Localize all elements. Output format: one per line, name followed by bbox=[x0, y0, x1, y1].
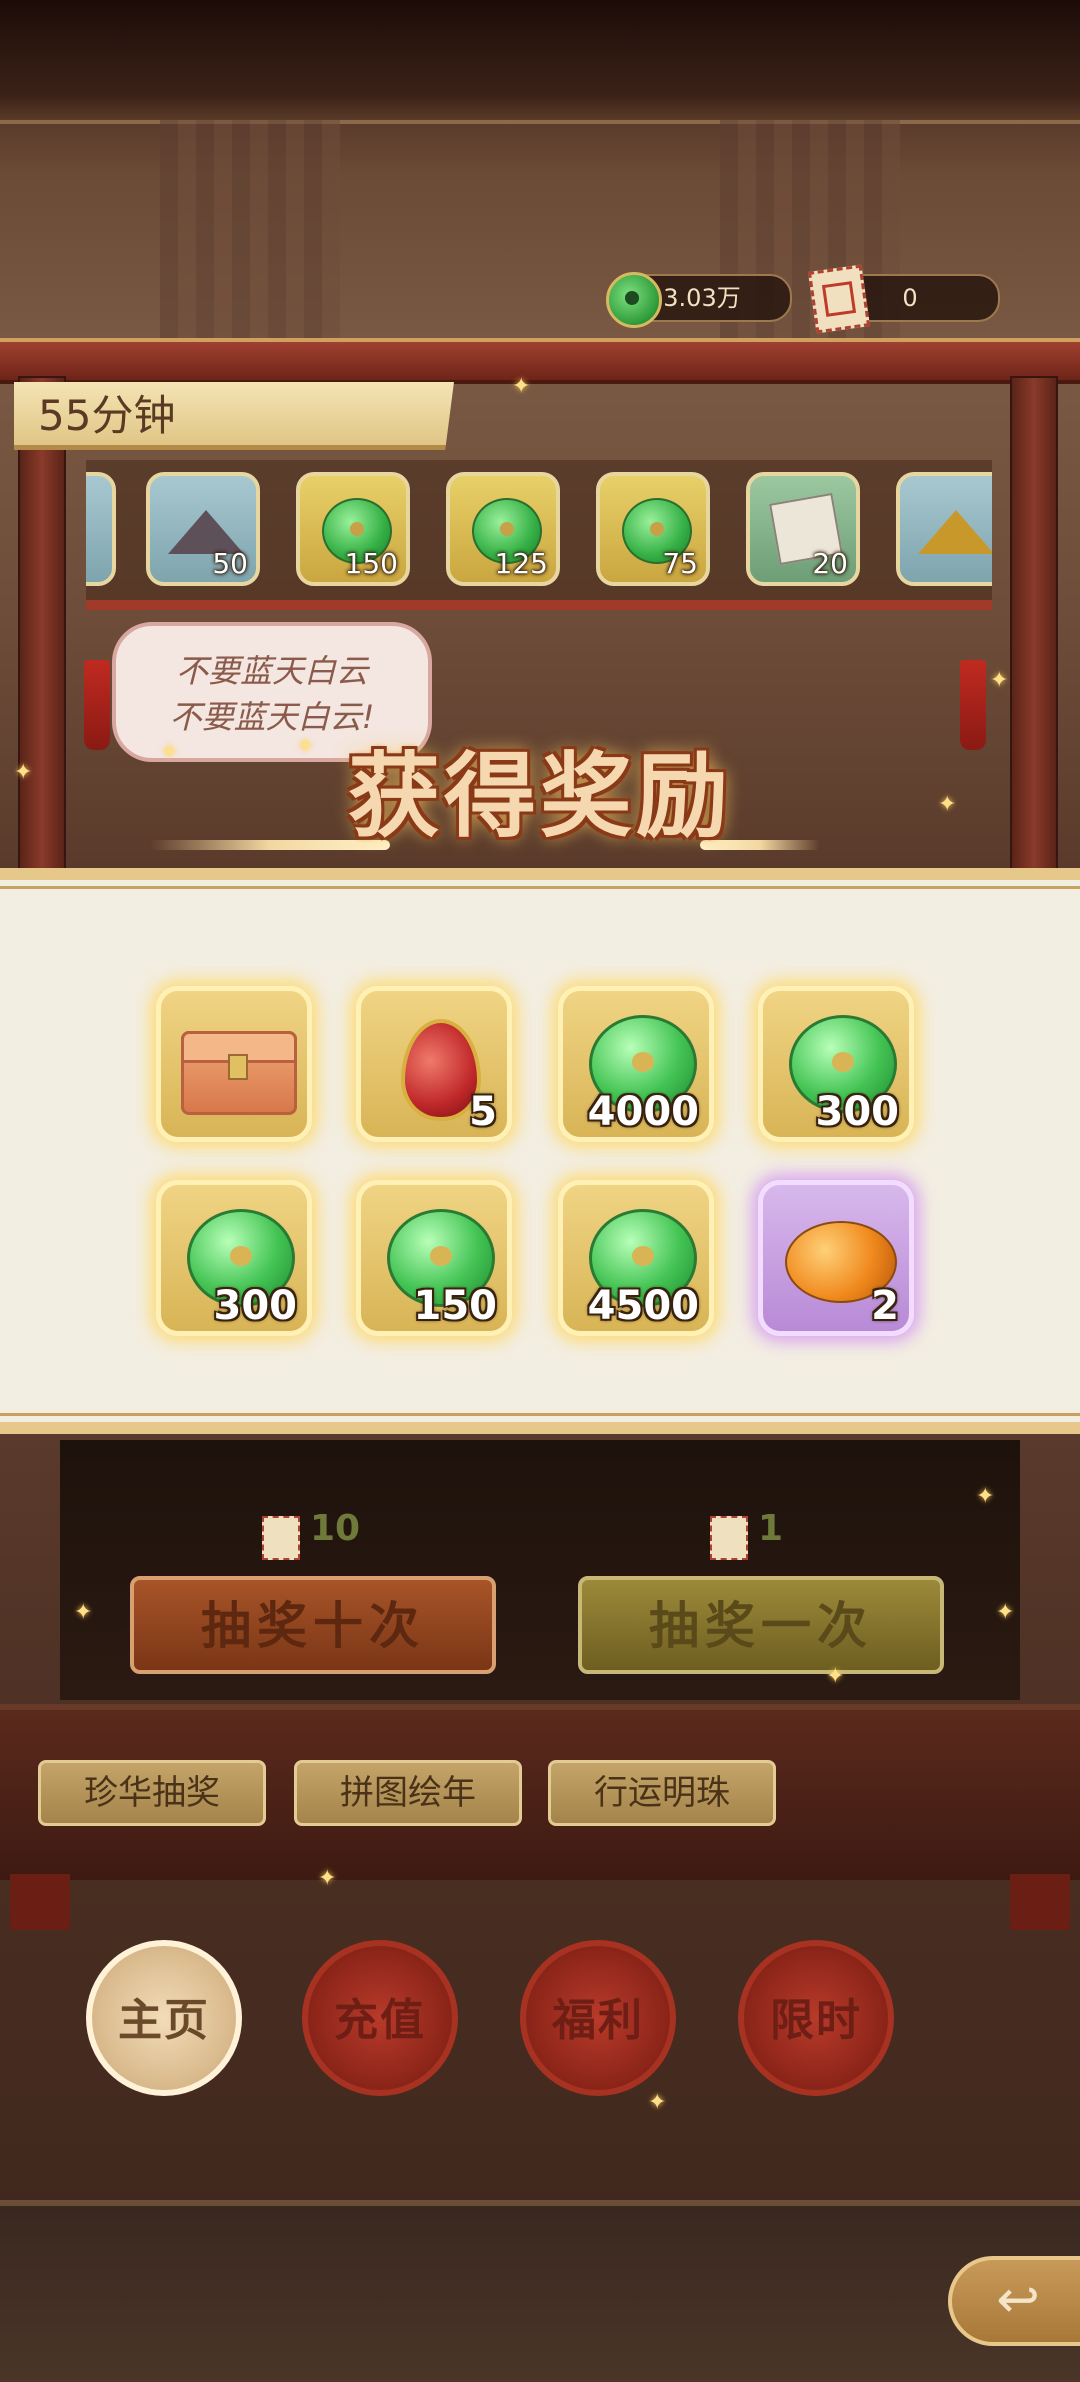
reward-item[interactable]: 4000 bbox=[558, 986, 714, 1142]
shelf-item[interactable]: 20 bbox=[746, 472, 860, 586]
draw-ten-button[interactable]: 抽奖十次 bbox=[130, 1576, 496, 1674]
nav-limited[interactable]: 限时 bbox=[738, 1940, 894, 2096]
sparkle-icon: ✦ bbox=[160, 740, 179, 765]
board-post-left bbox=[18, 376, 66, 880]
reward-qty: 300 bbox=[213, 1283, 298, 1329]
board-post-right bbox=[1010, 376, 1058, 880]
speech-line: 不要蓝天白云! bbox=[169, 698, 375, 736]
one-draw-cost: 1 bbox=[758, 1508, 784, 1549]
reward-qty: 4000 bbox=[587, 1089, 699, 1135]
reward-qty: 5 bbox=[469, 1089, 497, 1135]
reward-item[interactable]: 4500 bbox=[558, 1180, 714, 1336]
tab-puzzle[interactable]: 拼图绘年 bbox=[294, 1760, 522, 1826]
shelf-item-qty: 125 bbox=[494, 547, 548, 580]
shelf-item-partial bbox=[896, 472, 992, 586]
tab-treasure-draw[interactable]: 珍华抽奖 bbox=[38, 1760, 266, 1826]
reward-item[interactable]: 300 bbox=[156, 1180, 312, 1336]
sparkle-icon: ✦ bbox=[976, 1484, 995, 1509]
reward-item[interactable]: 2 bbox=[758, 1180, 914, 1336]
shelf-item-partial bbox=[86, 472, 116, 586]
sparkle-icon: ✦ bbox=[826, 1664, 845, 1689]
reward-qty: 2 bbox=[871, 1283, 899, 1329]
tassel-left bbox=[84, 660, 110, 750]
sparkle-icon: ✦ bbox=[318, 1866, 337, 1891]
shelf-item[interactable]: 150 bbox=[296, 472, 410, 586]
nav-recharge[interactable]: 充值 bbox=[302, 1940, 458, 2096]
sparkle-icon: ✦ bbox=[990, 668, 1009, 693]
table-leg-left bbox=[10, 1874, 70, 1930]
shelf-item-qty: 20 bbox=[812, 547, 848, 580]
coin-counter[interactable]: 3.03万 bbox=[606, 272, 792, 328]
back-arrow-icon: ↩ bbox=[996, 2270, 1040, 2330]
tassel-right bbox=[960, 660, 986, 750]
reward-item[interactable] bbox=[156, 986, 312, 1142]
ticket-amount: 0 bbox=[902, 284, 918, 312]
reward-qty: 150 bbox=[413, 1283, 498, 1329]
sparkle-icon: ✦ bbox=[74, 1600, 93, 1625]
draw-one-button[interactable]: 抽奖一次 bbox=[578, 1576, 944, 1674]
ten-draw-cost: 10 bbox=[310, 1508, 361, 1549]
shelf-item[interactable]: 50 bbox=[146, 472, 260, 586]
shelf-item-qty: 50 bbox=[212, 547, 248, 580]
board-beam bbox=[0, 338, 1080, 384]
shelf-item[interactable]: 125 bbox=[446, 472, 560, 586]
roof-eaves bbox=[0, 0, 1080, 124]
tab-lucky-pearl[interactable]: 行运明珠 bbox=[548, 1760, 776, 1826]
sparkle-icon: ✦ bbox=[296, 734, 315, 759]
sparkle-icon: ✦ bbox=[14, 760, 33, 785]
shelf-item-qty: 75 bbox=[662, 547, 698, 580]
reward-panel[interactable]: 5 4000 300 300 150 4500 2 bbox=[0, 868, 1080, 1434]
coin-amount: 3.03万 bbox=[663, 284, 741, 312]
table-leg-right bbox=[1010, 1874, 1070, 1930]
reward-item[interactable]: 5 bbox=[356, 986, 512, 1142]
sparkle-icon: ✦ bbox=[938, 792, 957, 817]
reward-qty: 4500 bbox=[587, 1283, 699, 1329]
reward-item[interactable]: 300 bbox=[758, 986, 914, 1142]
shelf-item-qty: 150 bbox=[344, 547, 398, 580]
lottery-ticket-icon bbox=[262, 1516, 300, 1560]
sparkle-icon: ✦ bbox=[996, 1600, 1015, 1625]
gold-pile-icon bbox=[918, 510, 992, 554]
reward-item[interactable]: 150 bbox=[356, 1180, 512, 1336]
ticket-counter[interactable]: 0 bbox=[807, 264, 1000, 334]
sparkle-icon: ✦ bbox=[648, 2090, 667, 2115]
nav-home[interactable]: 主页 bbox=[86, 1940, 242, 2096]
curtain-left bbox=[160, 120, 340, 340]
lottery-ticket-icon bbox=[807, 264, 871, 334]
countdown-timer: 55分钟 bbox=[14, 382, 454, 450]
shelf-item[interactable]: 75 bbox=[596, 472, 710, 586]
reward-qty: 300 bbox=[815, 1089, 900, 1135]
speech-line: 不要蓝天白云 bbox=[175, 652, 368, 690]
lottery-ticket-icon bbox=[710, 1516, 748, 1560]
back-button[interactable]: ↩ bbox=[948, 2256, 1080, 2346]
sparkle-icon: ✦ bbox=[512, 374, 531, 399]
prize-shelf: 50 150 125 75 20 bbox=[86, 460, 992, 610]
nav-welfare[interactable]: 福利 bbox=[520, 1940, 676, 2096]
jade-coin-icon bbox=[606, 272, 662, 328]
floor bbox=[0, 2200, 1080, 2382]
treasure-chest-icon bbox=[181, 1031, 297, 1115]
reward-title: 获得奖励 bbox=[347, 743, 732, 850]
